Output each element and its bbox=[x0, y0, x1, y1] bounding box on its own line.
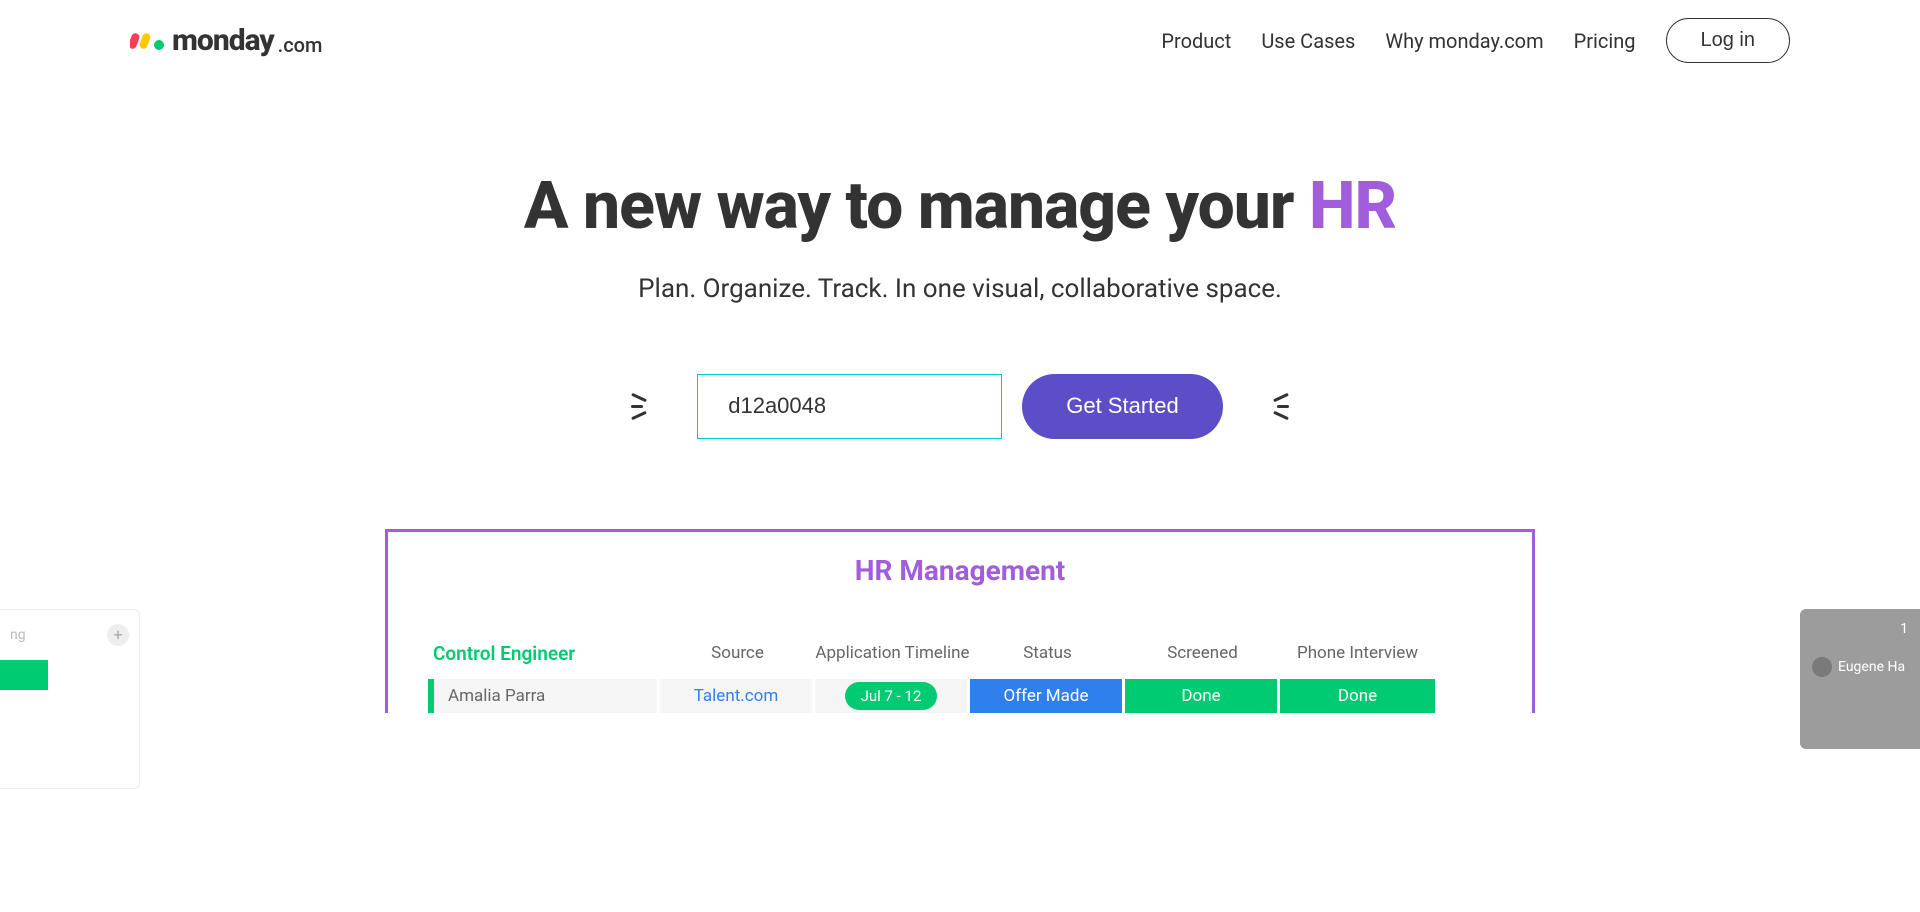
board-preview-area: ng + 1 Eugene Ha HR Management Control E… bbox=[0, 529, 1920, 713]
right-peek-name: Eugene Ha bbox=[1838, 659, 1905, 675]
nav-why[interactable]: Why monday.com bbox=[1385, 29, 1543, 53]
cell-screened[interactable]: Done bbox=[1125, 679, 1280, 713]
get-started-button[interactable]: Get Started bbox=[1022, 374, 1223, 439]
peek-row: ng + bbox=[10, 620, 129, 650]
cell-timeline[interactable]: Jul 7 - 12 bbox=[815, 679, 970, 713]
col-header-source[interactable]: Source bbox=[660, 643, 815, 663]
logo-suffix: .com bbox=[278, 33, 323, 57]
col-header-phone[interactable]: Phone Interview bbox=[1280, 643, 1435, 663]
table-header: Control Engineer Source Application Time… bbox=[428, 642, 1492, 679]
sparkle-right-icon bbox=[1249, 381, 1289, 431]
hero-section: A new way to manage your HR Plan. Organi… bbox=[0, 81, 1920, 509]
right-peek-user: Eugene Ha bbox=[1812, 657, 1908, 677]
cell-name[interactable]: Amalia Parra bbox=[434, 679, 660, 713]
hero-subtitle: Plan. Organize. Track. In one visual, co… bbox=[20, 274, 1900, 304]
site-header: monday .com Product Use Cases Why monday… bbox=[0, 0, 1920, 81]
hero-title: A new way to manage your HR bbox=[20, 171, 1900, 244]
cell-status[interactable]: Offer Made bbox=[970, 679, 1125, 713]
col-header-screened[interactable]: Screened bbox=[1125, 643, 1280, 663]
login-button[interactable]: Log in bbox=[1666, 18, 1791, 63]
nav-product[interactable]: Product bbox=[1161, 29, 1231, 53]
nav-pricing[interactable]: Pricing bbox=[1574, 29, 1636, 53]
plus-icon[interactable]: + bbox=[107, 624, 129, 646]
sparkle-left-icon bbox=[631, 381, 671, 431]
avatar-icon bbox=[1812, 657, 1832, 677]
hero-title-main: A new way to manage your bbox=[524, 168, 1309, 245]
right-peek-badge: 1 bbox=[1812, 621, 1908, 637]
main-board: HR Management Control Engineer Source Ap… bbox=[385, 529, 1535, 713]
nav-use-cases[interactable]: Use Cases bbox=[1261, 29, 1355, 53]
board-left-peek: ng + bbox=[0, 609, 140, 789]
logo-mark-icon bbox=[130, 29, 166, 53]
main-nav: Product Use Cases Why monday.com Pricing… bbox=[1161, 18, 1790, 63]
logo-text: monday bbox=[172, 23, 274, 58]
signup-row: Get Started bbox=[20, 374, 1900, 439]
timeline-pill: Jul 7 - 12 bbox=[845, 682, 938, 710]
hero-title-accent: HR bbox=[1309, 168, 1396, 245]
board-right-peek: 1 Eugene Ha bbox=[1800, 609, 1920, 749]
peek-label: ng bbox=[10, 627, 26, 643]
peek-green-cell bbox=[0, 660, 48, 690]
board-title: HR Management bbox=[428, 554, 1492, 587]
cell-source[interactable]: Talent.com bbox=[660, 679, 815, 713]
email-input[interactable] bbox=[697, 374, 1002, 439]
col-header-timeline[interactable]: Application Timeline bbox=[815, 643, 970, 663]
col-header-status[interactable]: Status bbox=[970, 643, 1125, 663]
group-label[interactable]: Control Engineer bbox=[428, 642, 660, 665]
table-row[interactable]: Amalia Parra Talent.com Jul 7 - 12 Offer… bbox=[428, 679, 1492, 713]
logo[interactable]: monday .com bbox=[130, 23, 322, 58]
cell-phone-interview[interactable]: Done bbox=[1280, 679, 1435, 713]
